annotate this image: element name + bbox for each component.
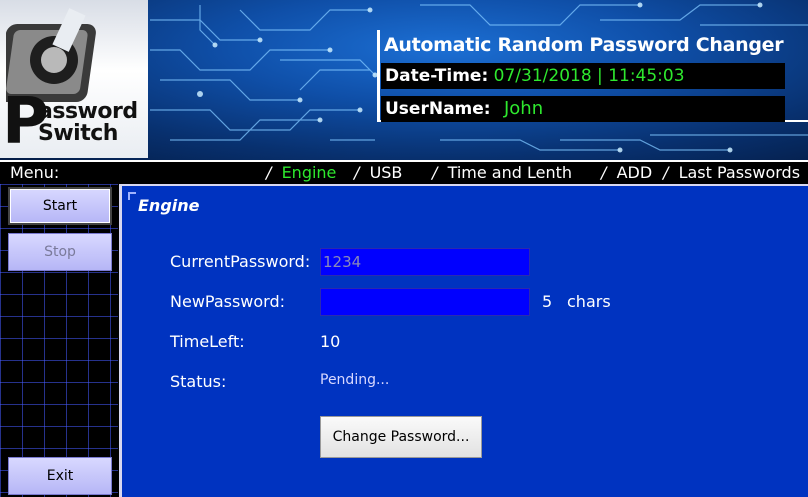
sidebar: Start Stop Exit [0,184,118,497]
tab-usb-label: USB [369,163,403,182]
chars-unit: chars [567,292,611,311]
current-password-field[interactable] [320,248,530,276]
datetime-row: Date-Time: 07/31/2018 | 11:45:03 [381,63,785,89]
tab-time-and-length-label: Time and Lenth [447,163,573,182]
current-password-label: CurrentPassword: [170,252,311,271]
tab-separator: / [266,163,272,182]
tab-add[interactable]: / ADD [601,163,652,182]
tab-separator: / [601,163,607,182]
tab-engine-label: Engine [281,163,337,182]
username-value: John [503,98,544,119]
time-left-label: TimeLeft: [170,332,245,351]
tab-separator: / [663,163,669,182]
header-banner: P assword Switch Automatic Random Passwo… [0,0,808,160]
app-title: Automatic Random Password Changer [384,34,784,56]
menu-label: Menu: [10,163,60,182]
new-password-label: NewPassword: [170,292,286,311]
username-label: UserName: [385,99,491,119]
tab-time-and-length[interactable]: / Time and Lenth [432,163,572,182]
status-value: Pending... [320,372,390,388]
tab-usb[interactable]: / USB [354,163,402,182]
change-password-button[interactable]: Change Password... [320,416,482,458]
app-logo: P assword Switch [0,0,148,158]
start-button[interactable]: Start [8,187,112,225]
tab-add-label: ADD [616,163,653,182]
tab-last-passwords-label: Last Passwords [678,163,801,182]
datetime-value: 07/31/2018 | 11:45:03 [493,66,685,86]
status-label: Status: [170,372,227,391]
exit-button[interactable]: Exit [8,457,112,495]
time-left-value: 10 [320,332,341,351]
title-divider-vertical [377,30,380,122]
new-password-field[interactable] [320,288,530,316]
logo-text-line2: Switch [38,121,118,146]
tab-separator: / [354,163,360,182]
panel-title: Engine [138,196,200,215]
stop-button[interactable]: Stop [8,233,112,271]
username-row: UserName: John [381,96,785,122]
menu-bar: Menu: / Engine / USB / Time and Lenth / … [0,160,808,184]
tab-separator: / [432,163,438,182]
engine-panel: Engine CurrentPassword: NewPassword: 5 c… [119,184,808,497]
datetime-label: Date-Time: [385,66,489,86]
tab-engine[interactable]: / Engine [266,163,336,182]
tab-last-passwords[interactable]: / Last Passwords [663,163,800,182]
panel-corner-icon [128,192,136,200]
chars-count: 5 [542,292,553,311]
